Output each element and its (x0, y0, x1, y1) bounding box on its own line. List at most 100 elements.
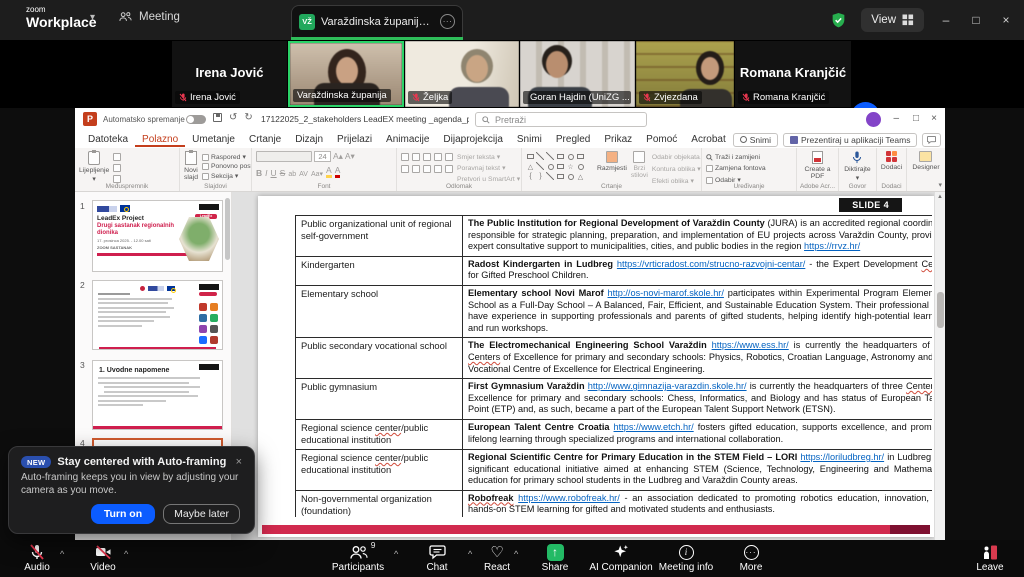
view-button[interactable]: View (861, 8, 924, 32)
ppt-menu-item[interactable]: Crtanje (242, 133, 288, 147)
create-pdf-button[interactable]: Create a PDF (801, 151, 834, 180)
table-link[interactable]: https://loriludbreg.hr/ (800, 452, 884, 462)
ppt-menu-item[interactable]: Polazno (135, 133, 185, 147)
video-tile-romana[interactable]: Romana Kranjčić Romana Kranjčić (735, 41, 851, 107)
react-options-chevron[interactable]: ^ (514, 549, 518, 559)
shapes-gallery[interactable]: △ ☆ {} △ (526, 151, 585, 181)
slide-thumbnail-2[interactable] (92, 280, 223, 350)
security-shield-icon[interactable] (830, 12, 847, 29)
more-button[interactable]: ··· More (719, 543, 783, 573)
ppt-menu-item[interactable]: Acrobat (684, 133, 732, 147)
table-link[interactable]: http://www.gimnazija-varazdin.skole.hr/ (588, 381, 747, 391)
font-size-select[interactable]: 24 (314, 151, 331, 162)
format-painter-icon[interactable] (113, 175, 122, 183)
video-tile-goran[interactable]: Goran Hajdin (UniZG ... (520, 41, 635, 107)
grow-shrink-font-icons[interactable]: A▴ A▾ (333, 151, 355, 162)
video-tile-zeljka[interactable]: Željka (405, 41, 519, 107)
table-link[interactable]: https://rrvz.hr/ (804, 241, 860, 251)
close-icon[interactable]: × (236, 456, 242, 468)
shape-fill-button[interactable]: Odabir objekata ili unos teksta▾ (652, 153, 701, 161)
present-in-teams-button[interactable]: Prezentiraj u aplikaciji Teams (783, 132, 918, 147)
canvas-scrollbar[interactable]: ▲ (934, 192, 945, 540)
find-replace-button[interactable]: Traži i zamijeni (706, 154, 766, 161)
ai-companion-button[interactable]: AI Companion (589, 543, 653, 573)
shadow-button[interactable]: ab (288, 171, 296, 178)
line-spacing-icon[interactable] (445, 153, 453, 161)
table-link[interactable]: https://vrticradost.com/strucno-razvojni… (617, 259, 805, 269)
redo-icon[interactable]: ↻ (244, 112, 252, 123)
video-options-chevron[interactable]: ^ (124, 549, 128, 559)
justify-icon[interactable] (434, 165, 442, 173)
scrollbar-thumb[interactable] (937, 292, 944, 328)
video-tile-varazdinska[interactable]: Varaždinska županija (288, 41, 404, 107)
align-right-icon[interactable] (423, 165, 431, 173)
change-case-button[interactable]: Aa▾ (311, 170, 323, 178)
save-icon[interactable] (213, 113, 222, 122)
highlight-color-button[interactable]: A (326, 165, 332, 178)
comments-button[interactable] (922, 132, 942, 147)
table-link[interactable]: https://www.ess.hr/ (712, 340, 789, 350)
share-button[interactable]: ↑ Share (523, 543, 587, 573)
section-button[interactable]: Sekcija ▾ (201, 172, 251, 180)
slide-thumbnail-1[interactable]: LeadEx LeadEx Project Drugi sastanak reg… (92, 200, 223, 272)
font-color-button[interactable]: A (334, 165, 341, 178)
leave-button[interactable]: Leave (958, 543, 1022, 573)
align-left-icon[interactable] (401, 165, 409, 173)
ppt-close-button[interactable]: × (931, 113, 937, 124)
record-button[interactable]: Snimi (732, 132, 779, 147)
reset-button[interactable]: Ponovno postavi (201, 163, 251, 170)
designer-button[interactable]: Designer (912, 151, 940, 171)
columns-icon[interactable] (445, 165, 453, 173)
undo-icon[interactable]: ↺ (229, 112, 237, 123)
char-spacing-button[interactable]: AV (299, 171, 308, 178)
chat-button[interactable]: Chat (405, 543, 469, 573)
zoom-workplace-logo[interactable]: zoom Workplace (26, 5, 97, 30)
ribbon-collapse-chevron-icon[interactable]: ▾ (938, 181, 942, 189)
quick-styles-button[interactable]: Brzi stilovi (631, 151, 648, 179)
tab-share-screen[interactable]: VŽ Varaždinska županija's screen ··· (291, 5, 463, 37)
convert-smartart-button[interactable]: Pretvori u SmartArt ▾ (457, 175, 520, 184)
react-button[interactable]: ♡ React (465, 543, 529, 574)
ppt-maximize-button[interactable]: □ (913, 113, 919, 124)
thumbnail-scrollbar[interactable] (225, 198, 230, 260)
share-tab-options-icon[interactable]: ··· (440, 14, 455, 29)
shape-outline-button[interactable]: Kontura oblika ▾ (652, 165, 701, 174)
ppt-menu-item[interactable]: Dizajn (288, 133, 330, 147)
slide-thumbnail-3[interactable]: 1. Uvodne napomene (92, 360, 223, 430)
ppt-menu-item[interactable]: Prikaz (597, 133, 639, 147)
numbering-icon[interactable] (412, 153, 420, 161)
table-link[interactable]: http://os-novi-marof.skole.hr/ (608, 288, 724, 298)
cut-icon[interactable] (113, 153, 122, 161)
table-link[interactable]: https://www.etch.hr/ (614, 422, 694, 432)
ppt-menu-item[interactable]: Pomoć (639, 133, 684, 147)
ppt-menu-item[interactable]: Snimi (510, 133, 549, 147)
ppt-menu-item[interactable]: Datoteka (81, 133, 135, 147)
copy-icon[interactable] (113, 164, 122, 172)
bold-button[interactable]: B (256, 168, 262, 178)
maybe-later-button[interactable]: Maybe later (163, 504, 240, 524)
ppt-menu-item[interactable]: Dijaprojekcija (436, 133, 509, 147)
indent-increase-icon[interactable] (434, 153, 442, 161)
tab-meeting[interactable]: Meeting (118, 10, 180, 24)
bullets-icon[interactable] (401, 153, 409, 161)
audio-options-chevron[interactable]: ^ (60, 549, 64, 559)
video-tile-irena[interactable]: Irena Jović Irena Jović (172, 41, 287, 107)
table-link[interactable]: https://www.robofreak.hr/ (518, 493, 620, 503)
turn-on-button[interactable]: Turn on (90, 504, 156, 524)
ppt-menu-item[interactable]: Pregled (549, 133, 597, 147)
autosave-toggle[interactable] (186, 115, 206, 124)
user-avatar[interactable] (866, 112, 881, 127)
ppt-minimize-button[interactable]: – (893, 113, 899, 124)
paste-button[interactable]: Lijepljenje ▾ (79, 150, 109, 183)
video-tile-zvjezdana[interactable]: Zvjezdana (636, 41, 734, 107)
close-button[interactable]: × (998, 13, 1014, 27)
maximize-button[interactable]: □ (968, 13, 984, 27)
ppt-menu-item[interactable]: Umetanje (185, 133, 242, 147)
addins-button[interactable]: Dodaci (881, 151, 902, 171)
align-center-icon[interactable] (412, 165, 420, 173)
participants-options-chevron[interactable]: ^ (394, 549, 398, 559)
underline-button[interactable]: U (271, 168, 277, 178)
replace-fonts-button[interactable]: Zamjena fontova (706, 165, 766, 172)
scroll-up-icon[interactable]: ▲ (935, 194, 945, 200)
layout-button[interactable]: Raspored ▾ (201, 153, 251, 161)
